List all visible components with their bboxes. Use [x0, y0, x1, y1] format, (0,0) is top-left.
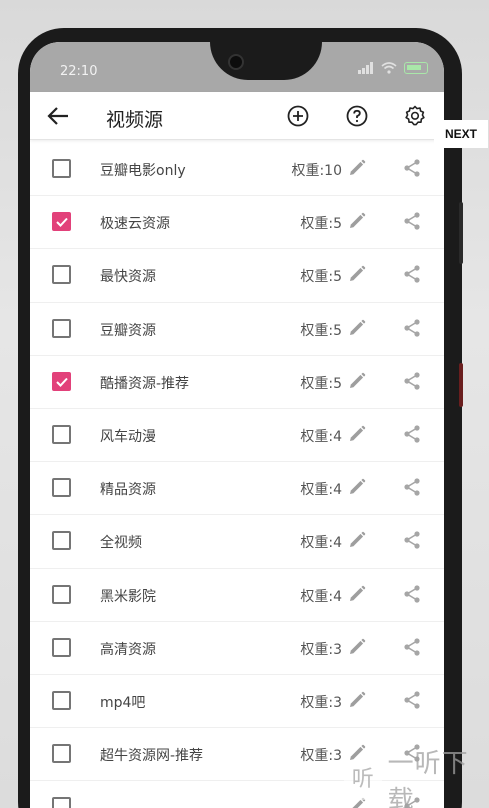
source-weight: 权重:3 [300, 694, 342, 711]
wifi-icon [381, 62, 397, 74]
source-weight: 权重:5 [300, 322, 342, 339]
source-name: 黑米影院 [100, 588, 156, 605]
battery-icon [404, 62, 428, 74]
source-weight: 权重:4 [300, 482, 342, 499]
share-icon[interactable] [402, 477, 422, 497]
source-name: 最快资源 [100, 269, 156, 286]
share-icon[interactable] [402, 211, 422, 231]
power-button [459, 363, 463, 407]
source-name: 超牛资源网-推荐 [100, 748, 204, 765]
source-weight: 权重:4 [300, 535, 342, 552]
source-checkbox[interactable] [52, 531, 71, 551]
share-icon[interactable] [402, 690, 422, 710]
source-row[interactable]: 风车动漫 权重:4 [30, 409, 444, 463]
edit-pencil-icon[interactable] [347, 690, 367, 710]
share-icon[interactable] [402, 371, 422, 391]
phone-screen: 22:10 视频源 豆瓣电影only 权重:10 极速云资源 权重:5 最快资源… [30, 42, 444, 808]
source-row[interactable]: 全视频 权重:4 [30, 515, 444, 569]
source-row[interactable]: 黑米影院 权重:4 [30, 569, 444, 622]
edit-pencil-icon[interactable] [347, 530, 367, 550]
share-icon[interactable] [402, 264, 422, 284]
source-weight: 权重:4 [300, 588, 342, 605]
edit-pencil-icon[interactable] [347, 477, 367, 497]
source-weight: 权重:3 [300, 641, 342, 658]
source-name: 豆瓣资源 [100, 322, 156, 339]
source-name: 风车动漫 [100, 428, 156, 445]
share-icon[interactable] [402, 158, 422, 178]
source-name: 全视频 [100, 535, 142, 552]
source-name: 精品资源 [100, 482, 156, 499]
edit-pencil-icon[interactable] [347, 211, 367, 231]
source-list: 豆瓣电影only 权重:10 极速云资源 权重:5 最快资源 权重:5 豆瓣资源 权重:5 酷播… [30, 143, 444, 808]
source-checkbox[interactable] [52, 318, 71, 338]
watermark: 听 一听下载 [334, 749, 489, 808]
edit-pencil-icon[interactable] [347, 318, 367, 338]
check-icon [56, 218, 68, 228]
source-checkbox[interactable] [52, 265, 71, 285]
share-icon[interactable] [402, 530, 422, 550]
source-row[interactable]: 豆瓣资源 权重:5 [30, 303, 444, 356]
share-icon[interactable] [402, 637, 422, 657]
watermark-logo: 听 [344, 760, 382, 800]
source-name: 酷播资源-推荐 [100, 375, 190, 392]
edit-pencil-icon[interactable] [347, 264, 367, 284]
source-weight: 权重:5 [300, 375, 342, 392]
settings-gear-icon[interactable] [403, 104, 427, 128]
add-circle-icon[interactable] [286, 104, 310, 128]
share-icon[interactable] [402, 584, 422, 604]
page-title: 视频源 [106, 109, 164, 131]
source-weight: 权重:10 [291, 163, 342, 179]
source-checkbox[interactable] [52, 371, 71, 391]
source-row[interactable]: 极速云资源 权重:5 [30, 196, 444, 250]
source-row[interactable]: 豆瓣电影only 权重:10 [30, 143, 444, 197]
volume-button [459, 202, 463, 264]
edit-pencil-icon[interactable] [347, 637, 367, 657]
source-weight: 权重:5 [300, 269, 342, 286]
check-icon [56, 377, 68, 387]
front-camera [228, 54, 244, 70]
source-checkbox[interactable] [52, 797, 71, 808]
source-name: 高清资源 [100, 641, 156, 658]
source-row[interactable]: 最快资源 权重:5 [30, 249, 444, 303]
edit-pencil-icon[interactable] [347, 158, 367, 178]
edit-pencil-icon[interactable] [347, 584, 367, 604]
signal-icon [358, 62, 373, 74]
share-icon[interactable] [402, 318, 422, 338]
source-checkbox[interactable] [52, 584, 71, 604]
source-name: 豆瓣电影only [100, 163, 186, 179]
source-checkbox[interactable] [52, 212, 71, 232]
next-label: NEXT [434, 120, 488, 148]
status-icons [358, 62, 428, 74]
source-checkbox[interactable] [52, 744, 71, 764]
source-weight: 权重:5 [300, 216, 342, 233]
source-checkbox[interactable] [52, 478, 71, 498]
status-time: 22:10 [60, 64, 98, 79]
watermark-text: 一听下载 [387, 749, 469, 808]
back-arrow-icon[interactable] [46, 105, 70, 127]
source-checkbox[interactable] [52, 159, 71, 178]
app-bar: 视频源 [30, 92, 444, 140]
source-row[interactable]: mp4吧 权重:3 [30, 675, 444, 729]
source-checkbox[interactable] [52, 637, 71, 657]
share-icon[interactable] [402, 424, 422, 444]
source-weight: 权重:4 [300, 428, 342, 445]
source-checkbox[interactable] [52, 424, 71, 444]
source-row[interactable]: 酷播资源-推荐 权重:5 [30, 356, 444, 409]
help-circle-icon[interactable] [345, 104, 369, 128]
source-checkbox[interactable] [52, 690, 71, 710]
source-row[interactable]: 精品资源 权重:4 [30, 462, 444, 516]
edit-pencil-icon[interactable] [347, 424, 367, 444]
edit-pencil-icon[interactable] [347, 371, 367, 391]
source-name: mp4吧 [100, 694, 146, 711]
source-name: 极速云资源 [100, 216, 170, 233]
source-row[interactable]: 高清资源 权重:3 [30, 622, 444, 675]
